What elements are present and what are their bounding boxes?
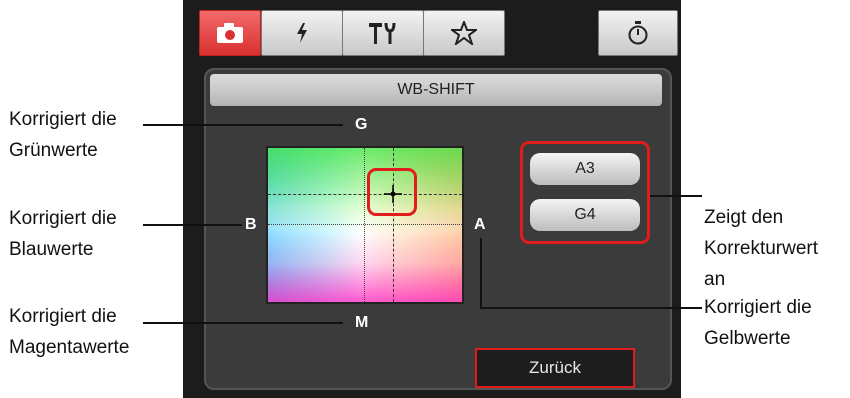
leader-magenta xyxy=(143,322,343,324)
callout-green-line1: Korrigiert die xyxy=(9,109,117,130)
axis-label-a: A xyxy=(474,216,486,233)
timer-icon xyxy=(628,21,648,45)
star-icon xyxy=(451,21,477,45)
callout-magenta-line1: Korrigiert die xyxy=(9,306,117,327)
tab-flash[interactable] xyxy=(261,10,343,56)
grid-center-horizontal xyxy=(268,224,462,225)
callout-magenta-line2: Magentawerte xyxy=(9,337,130,358)
callout-magenta: Korrigiert die Magentawerte xyxy=(9,301,129,363)
camera-settings-panel: WB-SHIFT G B A M A3 G4 Zurück xyxy=(183,0,681,398)
camera-icon xyxy=(217,23,243,43)
flash-icon xyxy=(297,23,307,43)
callout-value: Zeigt den Korrekturwert an xyxy=(704,202,818,295)
callout-blue-line2: Blauwerte xyxy=(9,239,94,260)
callout-value-line2: Korrekturwert xyxy=(704,238,819,259)
callout-yellow: Korrigiert die Gelbwerte xyxy=(704,292,812,354)
callout-blue-line1: Korrigiert die xyxy=(9,208,117,229)
wb-shift-title: WB-SHIFT xyxy=(210,74,662,106)
leader-yellow xyxy=(480,307,702,309)
tools-icon xyxy=(369,22,396,44)
callout-green-line2: Grünwerte xyxy=(9,140,98,161)
tab-favorites[interactable] xyxy=(423,10,505,56)
callout-blue: Korrigiert die Blauwerte xyxy=(9,203,117,265)
grid-center-vertical xyxy=(364,148,365,302)
axis-label-g: G xyxy=(355,116,368,133)
callout-value-line1: Zeigt den xyxy=(704,207,784,228)
callout-value-line3: an xyxy=(704,269,726,290)
values-highlight xyxy=(520,141,650,244)
callout-yellow-line2: Gelbwerte xyxy=(704,328,791,349)
callout-yellow-line1: Korrigiert die xyxy=(704,297,812,318)
leader-value xyxy=(650,195,702,197)
leader-yellow-vertical xyxy=(480,238,482,308)
axis-label-m: M xyxy=(355,314,369,331)
tab-shooting[interactable] xyxy=(199,10,261,56)
cursor-line-horizontal xyxy=(268,194,462,195)
back-button[interactable]: Zurück xyxy=(475,348,635,388)
cursor-highlight xyxy=(367,168,417,216)
callout-green: Korrigiert die Grünwerte xyxy=(9,104,117,166)
leader-blue xyxy=(143,224,242,226)
leader-green xyxy=(143,124,343,126)
tab-timer[interactable] xyxy=(598,10,678,56)
wb-color-grid[interactable] xyxy=(266,146,464,304)
axis-label-b: B xyxy=(245,216,257,233)
tab-tools[interactable] xyxy=(342,10,424,56)
